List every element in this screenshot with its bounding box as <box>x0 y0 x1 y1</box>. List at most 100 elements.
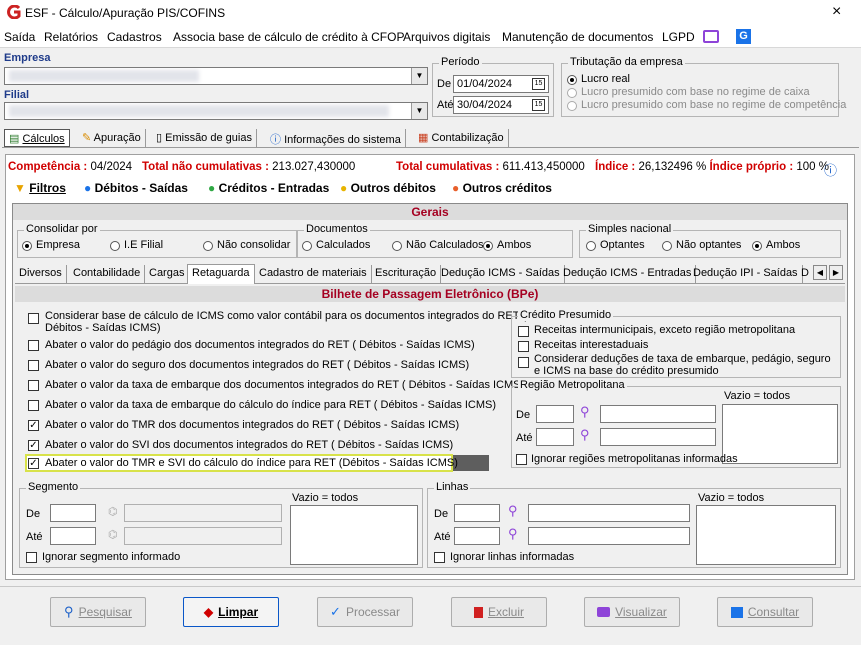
filial-select[interactable]: ▼ <box>4 102 428 120</box>
regiao-de-input[interactable] <box>536 405 574 423</box>
tab-creditos-entradas[interactable]: ● Créditos - Entradas <box>208 181 329 195</box>
checkbox-abater-taxa-embarque-indice[interactable] <box>28 400 39 411</box>
checkbox-abater-tmr-svi-indice[interactable]: ✓ <box>28 458 39 469</box>
binoculars-icon[interactable]: ⌬ <box>108 528 118 541</box>
segmento-ate-input[interactable] <box>50 527 96 545</box>
calendar-icon[interactable]: 15 <box>532 99 545 111</box>
tab-diversos[interactable]: Diversos <box>15 265 67 283</box>
tab-escrituracao[interactable]: Escrituração <box>371 265 442 283</box>
tab-more[interactable]: D <box>797 265 813 283</box>
checkbox-considerar-deducoes[interactable] <box>518 357 529 368</box>
tab-cargas[interactable]: Cargas <box>145 265 190 283</box>
radio-nao-consolidar[interactable] <box>203 241 213 251</box>
linhas-list[interactable] <box>696 505 836 565</box>
tab-deducao-icms-saidas[interactable]: Dedução ICMS - Saídas <box>437 265 565 283</box>
tab-calculos[interactable]: ▤ Cálculos <box>4 129 70 147</box>
tab-emissao-guias[interactable]: ▯ Emissão de guias <box>152 129 257 147</box>
window-title: ESF - Cálculo/Apuração PIS/COFINS <box>25 6 226 20</box>
search-icon[interactable]: ⚲ <box>580 427 590 443</box>
regiao-ate-input[interactable] <box>536 428 574 446</box>
linhas-de-input[interactable] <box>454 504 500 522</box>
tab-debitos-saidas[interactable]: ● Débitos - Saídas <box>84 181 188 195</box>
radio-optantes[interactable] <box>586 241 596 251</box>
limpar-button[interactable]: ◆ Limpar <box>183 597 279 627</box>
radio-nao-calculados[interactable] <box>392 241 402 251</box>
menu-arquivos-digitais[interactable]: Arquivos digitais <box>403 30 490 44</box>
checkbox-ignorar-linhas[interactable] <box>434 552 445 563</box>
tab-apuracao[interactable]: ✎ Apuração <box>78 129 146 147</box>
regiao-list[interactable] <box>722 404 838 464</box>
consolidar-group: Consolidar por Empresa I.E Filial Não co… <box>17 223 297 258</box>
radio-calculados[interactable] <box>302 241 312 251</box>
consultar-button[interactable]: Consultar <box>717 597 813 627</box>
menu-cadastros[interactable]: Cadastros <box>107 30 162 44</box>
radio-lucro-real[interactable] <box>567 75 577 85</box>
blurred-filial-value <box>9 105 389 117</box>
menu-manutencao[interactable]: Manutenção de documentos <box>502 30 653 44</box>
radio-lucro-presumido-caixa[interactable] <box>567 88 577 98</box>
info-icon[interactable]: ⓘ <box>824 160 837 179</box>
app-logo-icon <box>7 4 21 20</box>
menu-saida[interactable]: Saída <box>4 30 35 44</box>
search-icon[interactable]: ⚲ <box>508 526 518 542</box>
radio-empresa[interactable] <box>22 241 32 251</box>
periodo-ate-input[interactable]: 30/04/2024 15 <box>453 96 549 114</box>
tab-scroll-right-icon[interactable]: ▶ <box>829 265 843 280</box>
checkbox-receitas-interestaduais[interactable] <box>518 341 529 352</box>
search-icon[interactable]: ⚲ <box>508 503 518 519</box>
tab-outros-debitos[interactable]: ● Outros débitos <box>340 181 436 195</box>
regiao-metropolitana-group: Região Metropolitana De ⚲ Até ⚲ Vazio = … <box>511 379 841 468</box>
checkbox-receitas-intermunicipais[interactable] <box>518 326 529 337</box>
chevron-down-icon[interactable]: ▼ <box>411 103 427 119</box>
tab-outros-creditos[interactable]: ● Outros créditos <box>452 181 552 195</box>
periodo-de-input[interactable]: 01/04/2024 15 <box>453 75 549 93</box>
radio-nao-optantes[interactable] <box>662 241 672 251</box>
pesquisar-button[interactable]: ⚲ Pesquisar <box>50 597 146 627</box>
checkbox-abater-tmr[interactable]: ✓ <box>28 420 39 431</box>
segmento-group: Segmento De ⌬ Até ⌬ Vazio = todos Ignora… <box>19 481 423 568</box>
checkbox-considerar-base-icms[interactable] <box>28 313 39 324</box>
periodo-group: Período De 01/04/2024 15 Até 30/04/2024 … <box>432 56 554 117</box>
checkbox-ignorar-regioes[interactable] <box>516 454 527 465</box>
visualizar-button[interactable]: Visualizar <box>584 597 680 627</box>
checkbox-abater-pedagio[interactable] <box>28 340 39 351</box>
tab-cadastro-materiais[interactable]: Cadastro de materiais <box>255 265 372 283</box>
segmento-de-input[interactable] <box>50 504 96 522</box>
radio-documentos-ambos[interactable] <box>483 241 493 251</box>
radio-simples-ambos[interactable] <box>752 241 762 251</box>
binoculars-icon[interactable]: ⌬ <box>108 505 118 518</box>
menu-relatorios[interactable]: Relatórios <box>44 30 98 44</box>
radio-ie-filial[interactable] <box>110 241 120 251</box>
green-dot-icon: ● <box>208 181 216 195</box>
tab-scroll-left-icon[interactable]: ◀ <box>813 265 827 280</box>
tab-retaguarda[interactable]: Retaguarda <box>187 264 255 284</box>
menu-associa[interactable]: Associa base de cálculo de crédito à CFO… <box>173 30 404 44</box>
empresa-label: Empresa <box>4 52 51 64</box>
excluir-button[interactable]: Excluir <box>451 597 547 627</box>
tab-filtros[interactable]: ▼ Filtros <box>14 181 66 195</box>
linhas-ate-input[interactable] <box>454 527 500 545</box>
search-icon: ⚲ <box>64 604 74 619</box>
empresa-select[interactable]: ▼ <box>4 67 428 85</box>
tab-informacoes[interactable]: ⓘ Informações do sistema <box>266 129 406 147</box>
close-icon[interactable]: × <box>832 3 841 21</box>
chat-icon[interactable] <box>703 30 719 43</box>
search-icon[interactable]: ⚲ <box>580 404 590 420</box>
checkbox-ignorar-segmento[interactable] <box>26 552 37 563</box>
tab-deducao-icms-entradas[interactable]: Dedução ICMS - Entradas <box>559 265 697 283</box>
menu-lgpd[interactable]: LGPD <box>662 30 695 44</box>
checkbox-abater-seguro[interactable] <box>28 360 39 371</box>
processar-button[interactable]: ✓ Processar <box>317 597 413 627</box>
calendar-icon[interactable]: 15 <box>532 78 545 90</box>
g-logo-icon[interactable]: G <box>736 29 751 44</box>
chevron-down-icon[interactable]: ▼ <box>411 68 427 84</box>
tab-deducao-ipi-saidas[interactable]: Dedução IPI - Saídas <box>689 265 803 283</box>
regiao-ate-description <box>600 428 716 446</box>
checkbox-abater-taxa-embarque[interactable] <box>28 380 39 391</box>
checkbox-abater-svi[interactable]: ✓ <box>28 440 39 451</box>
segmento-list[interactable] <box>290 505 418 565</box>
radio-lucro-presumido-competencia[interactable] <box>567 101 577 111</box>
tab-contabilidade[interactable]: Contabilidade <box>69 265 146 283</box>
linhas-de-description <box>528 504 690 522</box>
tab-contabilizacao[interactable]: ▦ Contabilização <box>414 129 509 147</box>
